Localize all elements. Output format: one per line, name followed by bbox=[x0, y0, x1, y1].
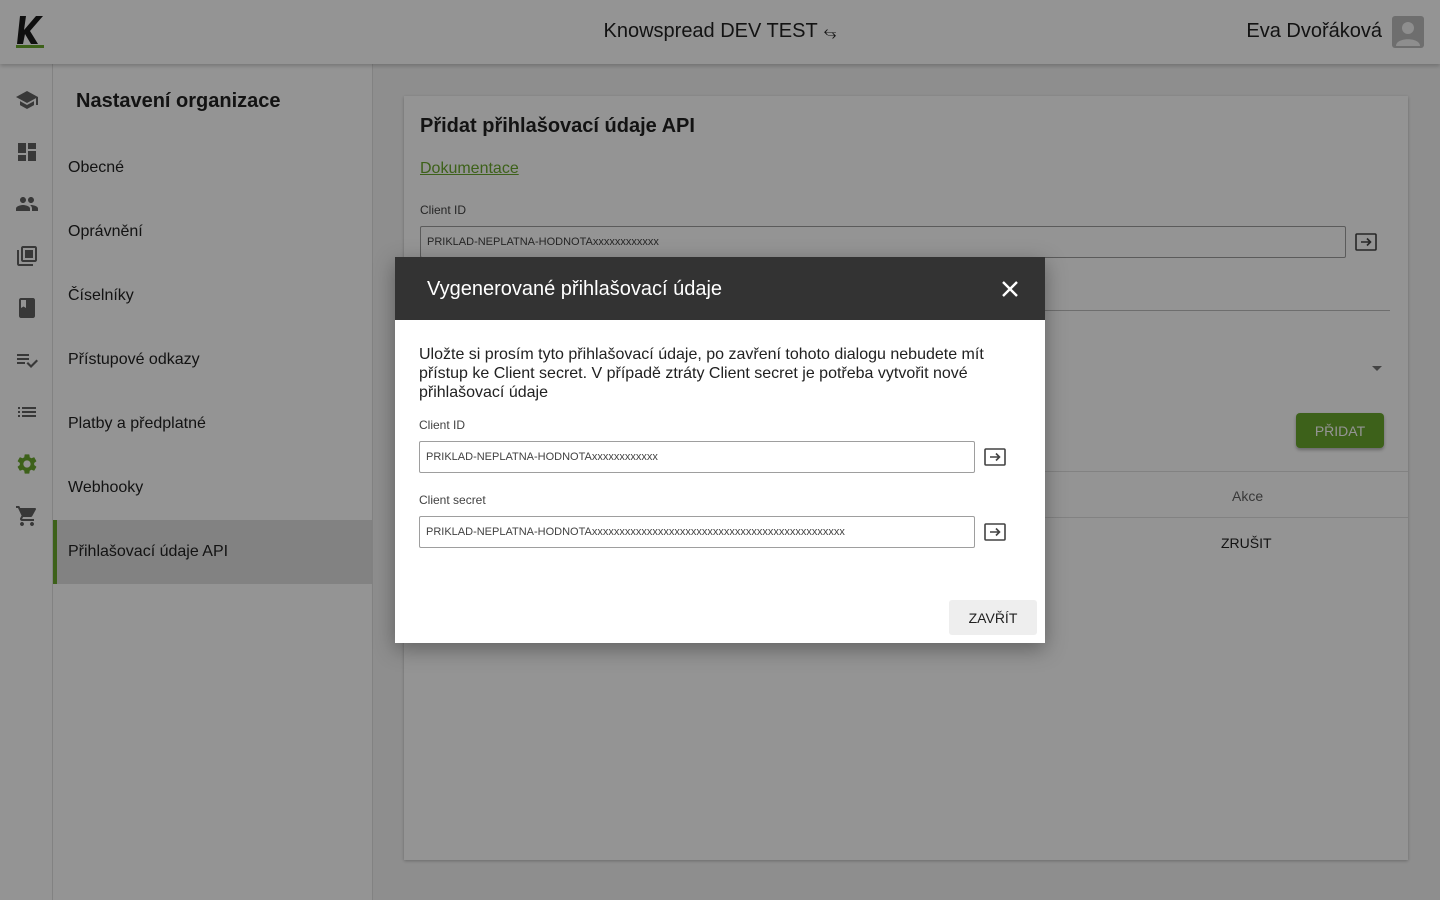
copy-icon[interactable] bbox=[981, 518, 1009, 546]
dialog-title: Vygenerované přihlašovací údaje bbox=[427, 278, 723, 300]
close-icon[interactable] bbox=[999, 278, 1021, 300]
dialog-header: Vygenerované přihlašovací údaje bbox=[395, 257, 1045, 320]
generated-credentials-dialog: Vygenerované přihlašovací údaje Uložte s… bbox=[395, 257, 1045, 643]
close-dialog-button[interactable]: ZAVŘÍT bbox=[949, 600, 1037, 635]
copy-icon[interactable] bbox=[981, 443, 1009, 471]
dialog-client-id-field[interactable] bbox=[419, 441, 975, 473]
dialog-client-id-label: Client ID bbox=[419, 418, 466, 432]
dialog-message: Uložte si prosím tyto přihlašovací údaje… bbox=[419, 346, 984, 401]
dialog-client-secret-label: Client secret bbox=[419, 493, 486, 507]
dialog-client-secret-field[interactable] bbox=[419, 516, 975, 548]
